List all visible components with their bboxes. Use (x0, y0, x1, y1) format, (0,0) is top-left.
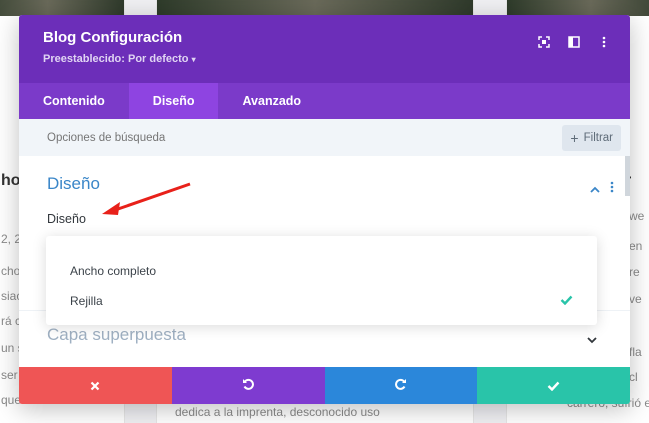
bg-text: dedica a la imprenta, desconocido uso (175, 405, 380, 419)
tab-content[interactable]: Contenido (19, 83, 129, 119)
cancel-button[interactable] (19, 367, 172, 404)
filter-button[interactable]: + Filtrar (562, 124, 621, 151)
bg-text: rá c (1, 314, 22, 328)
more-icon[interactable] (596, 34, 612, 50)
chevron-down-icon[interactable] (587, 329, 597, 348)
bg-text: we (629, 209, 645, 223)
search-input[interactable] (47, 131, 347, 144)
undo-button[interactable] (171, 367, 325, 404)
section-more-icon[interactable] (610, 178, 614, 197)
bg-text: ve (629, 292, 642, 306)
preset-label: Preestablecido: Por defecto (43, 53, 189, 65)
search-bar: + Filtrar (19, 119, 630, 156)
undo-icon (242, 376, 255, 395)
overlay-section-title: Capa superpuesta (47, 325, 186, 344)
tab-bar: Contenido Diseño Avanzado (19, 83, 630, 119)
option-grid[interactable]: Rejilla (46, 286, 597, 316)
tab-advanced[interactable]: Avanzado (218, 83, 325, 119)
section-title[interactable]: Diseño (47, 174, 100, 194)
preset-selector[interactable]: Preestablecido: Por defecto ▾ (43, 53, 606, 65)
modal-footer (19, 367, 630, 404)
columns-icon[interactable] (566, 34, 582, 50)
bg-text: en (629, 239, 643, 253)
chevron-up-icon[interactable] (590, 178, 600, 197)
layout-dropdown: Ancho completo Rejilla (46, 236, 597, 325)
settings-modal: Blog Configuración Preestablecido: Por d… (19, 15, 630, 404)
bg-image (0, 0, 124, 16)
filter-label: Filtrar (583, 131, 613, 144)
bg-text: cho (1, 264, 21, 278)
option-label: Rejilla (70, 294, 103, 308)
redo-icon (394, 376, 407, 395)
plus-icon: + (570, 129, 579, 146)
tab-design[interactable]: Diseño (128, 83, 219, 119)
option-label: Ancho completo (70, 264, 157, 278)
bg-text: fla (629, 345, 642, 359)
close-icon (90, 376, 100, 395)
bg-image (507, 0, 649, 16)
save-button[interactable] (477, 367, 630, 404)
bg-text: 2, 2 (1, 232, 22, 246)
scrollbar[interactable] (625, 156, 630, 196)
check-icon (547, 376, 560, 395)
layout-field-label: Diseño (47, 212, 86, 226)
bg-text: ho (1, 172, 21, 189)
settings-body: Diseño Diseño Ancho completo Rejilla Cap… (19, 156, 630, 367)
bg-text: ser (1, 368, 18, 382)
bg-text: re (629, 265, 640, 279)
modal-header: Blog Configuración Preestablecido: Por d… (19, 15, 630, 83)
modal-title: Blog Configuración (43, 29, 183, 46)
focus-icon[interactable] (536, 34, 552, 50)
option-fullwidth[interactable]: Ancho completo (46, 256, 597, 286)
bg-text: cl (629, 370, 638, 384)
bg-image (157, 0, 473, 16)
preset-caret-icon: ▾ (191, 55, 196, 64)
redo-button[interactable] (324, 367, 478, 404)
check-icon (560, 294, 573, 308)
